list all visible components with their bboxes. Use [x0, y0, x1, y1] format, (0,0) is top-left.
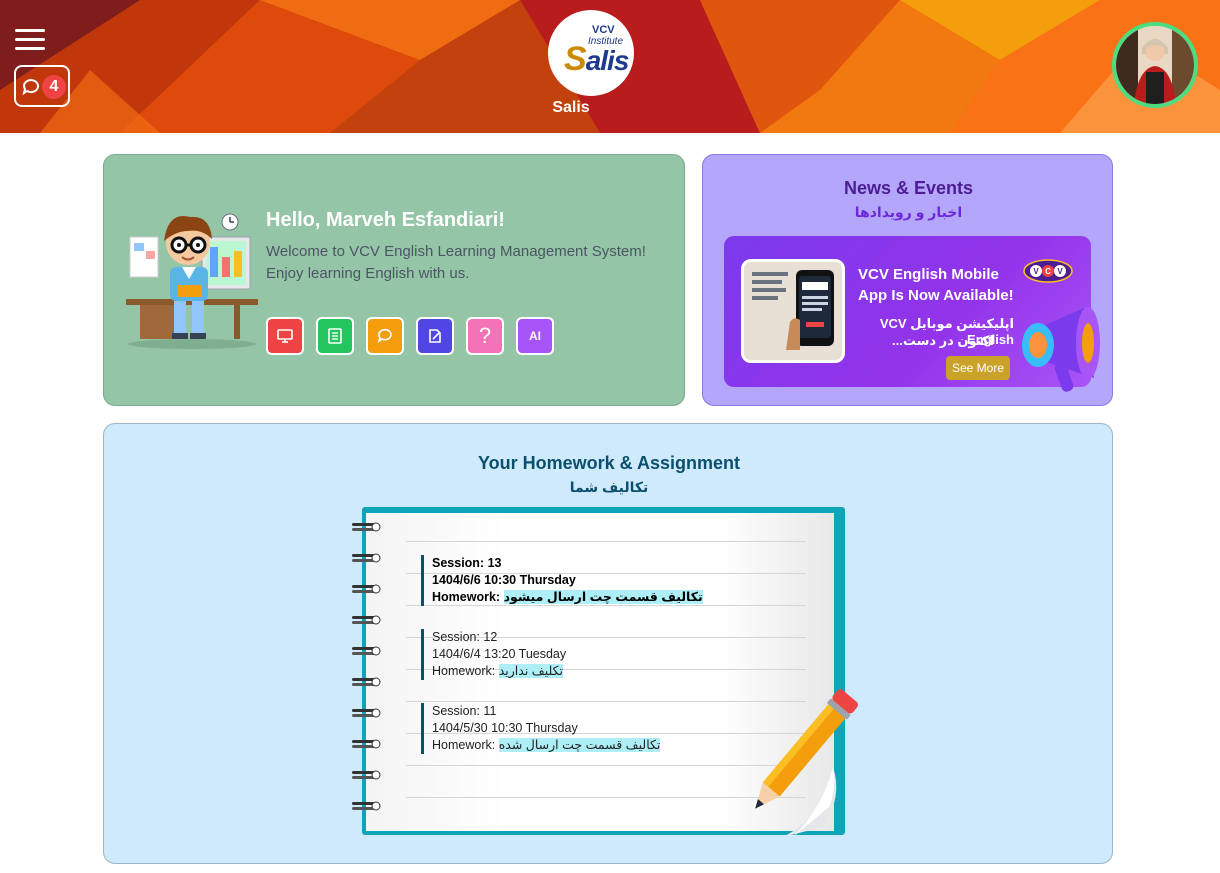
book-icon — [328, 328, 342, 344]
chat-icon — [22, 79, 39, 96]
spiral-ring — [352, 739, 381, 749]
spiral-ring — [352, 553, 381, 563]
spiral-ring — [352, 770, 381, 780]
assignments-button[interactable] — [416, 317, 454, 355]
entry-session: Session: 12 — [432, 630, 498, 644]
banner-persian-line2: اکنون در دست... — [891, 333, 994, 348]
homework-subtitle: تکالیف شما — [569, 479, 649, 495]
student-illustration — [126, 213, 258, 349]
logo-wordmark: Salis — [564, 40, 630, 79]
ai-icon: AI — [529, 329, 541, 343]
page-rule — [406, 541, 806, 542]
spiral-ring — [352, 584, 381, 594]
monitor-icon — [277, 329, 293, 343]
entry-homework-text: تکلیف ندارید — [498, 664, 563, 678]
salis-logo[interactable]: VCV Institute Salis — [548, 10, 634, 96]
homework-entry[interactable]: Session: 13 1404/6/6 10:30 Thursday Home… — [421, 555, 801, 606]
help-button[interactable]: ? — [466, 317, 504, 355]
classes-button[interactable] — [266, 317, 304, 355]
banner-heading-line2: App Is Now Available! — [858, 287, 1014, 304]
app-promo-image — [741, 259, 845, 363]
menu-bar — [15, 38, 45, 41]
books-button[interactable] — [316, 317, 354, 355]
pencil-icon — [755, 689, 859, 837]
chat-icon — [377, 328, 392, 343]
news-events-card: News & Events اخبار و رویدادها VCV Engli… — [702, 154, 1113, 406]
see-more-button[interactable]: See More — [946, 356, 1010, 380]
homework-entry[interactable]: Session: 12 1404/6/4 13:20 Tuesday Homew… — [421, 629, 801, 680]
spiral-ring — [352, 646, 381, 656]
greeting-card: Hello, Marveh Esfandiari! Welcome to VCV… — [103, 154, 685, 406]
entry-homework-text: تکالیف قسمت چت ارسال شده — [498, 738, 661, 752]
entry-homework-label: Homework: — [432, 738, 496, 752]
entry-datetime: 1404/6/6 10:30 Thursday — [432, 573, 576, 587]
app-name: Salis — [552, 99, 590, 116]
logo-main-text: alis — [585, 45, 630, 76]
user-avatar[interactable] — [1112, 22, 1198, 108]
entry-homework-label: Homework: — [432, 590, 501, 604]
spiral-ring — [352, 522, 381, 532]
ai-button[interactable]: AI — [516, 317, 554, 355]
vcv-logo-badge: V C V — [1023, 259, 1073, 283]
hamburger-menu-button[interactable] — [15, 29, 45, 51]
entry-homework-text: تکالیف قسمت چت ارسال میشود — [503, 590, 703, 604]
chat-action-button[interactable] — [366, 317, 404, 355]
news-banner[interactable]: VCV English Mobile App Is Now Available!… — [724, 236, 1100, 392]
entry-homework: Homework: تکالیف قسمت چت ارسال میشود — [432, 589, 801, 606]
homework-card: Your Homework & Assignment تکالیف شما Se… — [103, 423, 1113, 864]
logo-initial: S — [564, 40, 587, 78]
megaphone-icon — [1022, 307, 1100, 392]
menu-bar — [15, 29, 45, 32]
chat-count-badge: 4 — [42, 75, 66, 99]
entry-homework: Homework: تکلیف ندارید — [432, 663, 801, 680]
spiral-ring — [352, 615, 381, 625]
homework-notebook: Session: 13 1404/6/6 10:30 Thursday Home… — [352, 507, 859, 837]
chat-button[interactable]: 4 — [14, 65, 70, 107]
badge-letter-v2: V — [1057, 267, 1063, 276]
news-subtitle: اخبار و رویدادها — [854, 204, 963, 220]
edit-icon — [429, 329, 441, 343]
entry-datetime: 1404/6/4 13:20 Tuesday — [432, 647, 567, 661]
banner-heading-line1: VCV English Mobile — [858, 266, 999, 283]
spiral-ring — [352, 801, 381, 811]
news-title: News & Events — [843, 178, 974, 198]
entry-session: Session: 13 — [432, 556, 502, 570]
spiral-ring — [352, 677, 381, 687]
question-icon: ? — [478, 323, 492, 348]
logo-vcv-text: VCV — [592, 24, 615, 36]
top-header: 4 VCV Institute Salis Salis — [0, 0, 1220, 133]
homework-title: Your Homework & Assignment — [477, 453, 741, 473]
entry-homework-label: Homework: — [432, 664, 496, 678]
greeting-welcome-text: Welcome to VCV English Learning Manageme… — [266, 243, 646, 260]
spiral-ring — [352, 708, 381, 718]
greeting-enjoy-text: Enjoy learning English with us. — [266, 265, 470, 282]
greeting-title: Hello, Marveh Esfandiari! — [266, 209, 505, 231]
phone-image — [744, 262, 842, 360]
badge-letter-c: C — [1045, 267, 1051, 276]
menu-bar — [15, 47, 45, 50]
badge-letter-v: V — [1033, 267, 1039, 276]
avatar-photo — [1116, 26, 1194, 104]
